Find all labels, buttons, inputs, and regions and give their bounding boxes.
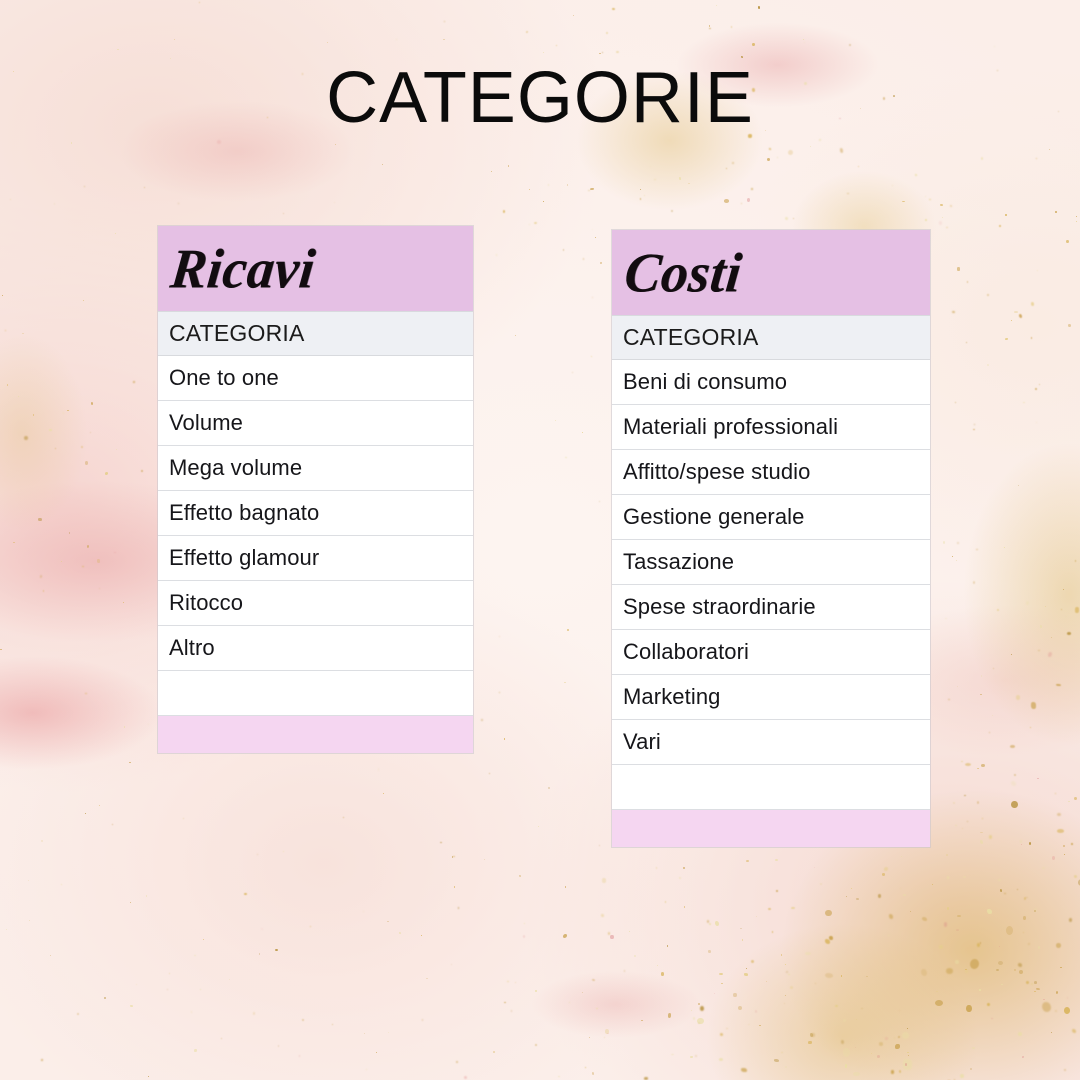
table-row-label: Marketing [623,684,721,709]
page-title: CATEGORIE [326,58,754,138]
table-row-label: Gestione generale [623,504,805,529]
table-row-label: Effetto bagnato [169,500,320,525]
column-header-label: CATEGORIA [623,324,759,350]
table-row-label: Mega volume [169,455,303,480]
table-row-label: Effetto glamour [169,545,320,570]
table-footer-costi [612,810,930,847]
table-row[interactable]: Mega volume [158,446,473,491]
table-row[interactable]: Effetto glamour [158,536,473,581]
table-row[interactable]: Affitto/spese studio [612,450,930,495]
table-row[interactable]: Marketing [612,675,930,720]
table-banner-title: Ricavi [167,237,319,300]
table-row-label: Spese straordinarie [623,594,816,619]
table-row-label: Vari [623,729,661,754]
table-row[interactable] [158,671,473,716]
table-row-label: Beni di consumo [623,369,788,394]
table-row[interactable]: Ritocco [158,581,473,626]
table-banner-ricavi: Ricavi [158,226,473,311]
table-banner-title: Costi [621,241,745,304]
table-row-label: Volume [169,410,243,435]
table-footer-ricavi [158,716,473,753]
table-row[interactable]: Collaboratori [612,630,930,675]
column-header-ricavi: CATEGORIA [158,311,473,356]
table-card-ricavi: Ricavi CATEGORIA One to one Volume Mega vo… [158,226,473,753]
table-row[interactable]: Beni di consumo [612,360,930,405]
table-banner-costi: Costi [612,230,930,315]
table-row[interactable]: Materiali professionali [612,405,930,450]
table-row-label: Altro [169,635,215,660]
column-header-label: CATEGORIA [169,320,305,346]
table-row[interactable]: Vari [612,720,930,765]
table-row-label: Ritocco [169,590,244,615]
table-body-ricavi: One to one Volume Mega volume Effetto bagna… [158,356,473,716]
table-card-costi: Costi CATEGORIA Beni di consumo Materiali… [612,230,930,847]
column-header-costi: CATEGORIA [612,315,930,360]
table-row-label: One to one [169,365,279,390]
table-row-label: Collaboratori [623,639,750,664]
table-row-label: Affitto/spese studio [623,459,811,484]
table-row[interactable] [612,765,930,810]
table-row[interactable]: Gestione generale [612,495,930,540]
table-body-costi: Beni di consumo Materiali professionali Af… [612,360,930,810]
table-row-label: Materiali professionali [623,414,839,439]
table-row[interactable]: Volume [158,401,473,446]
table-row[interactable]: Effetto bagnato [158,491,473,536]
table-row-label: Tassazione [623,549,735,574]
table-row[interactable]: Spese straordinarie [612,585,930,630]
table-row[interactable]: Altro [158,626,473,671]
table-row[interactable]: One to one [158,356,473,401]
table-row[interactable]: Tassazione [612,540,930,585]
